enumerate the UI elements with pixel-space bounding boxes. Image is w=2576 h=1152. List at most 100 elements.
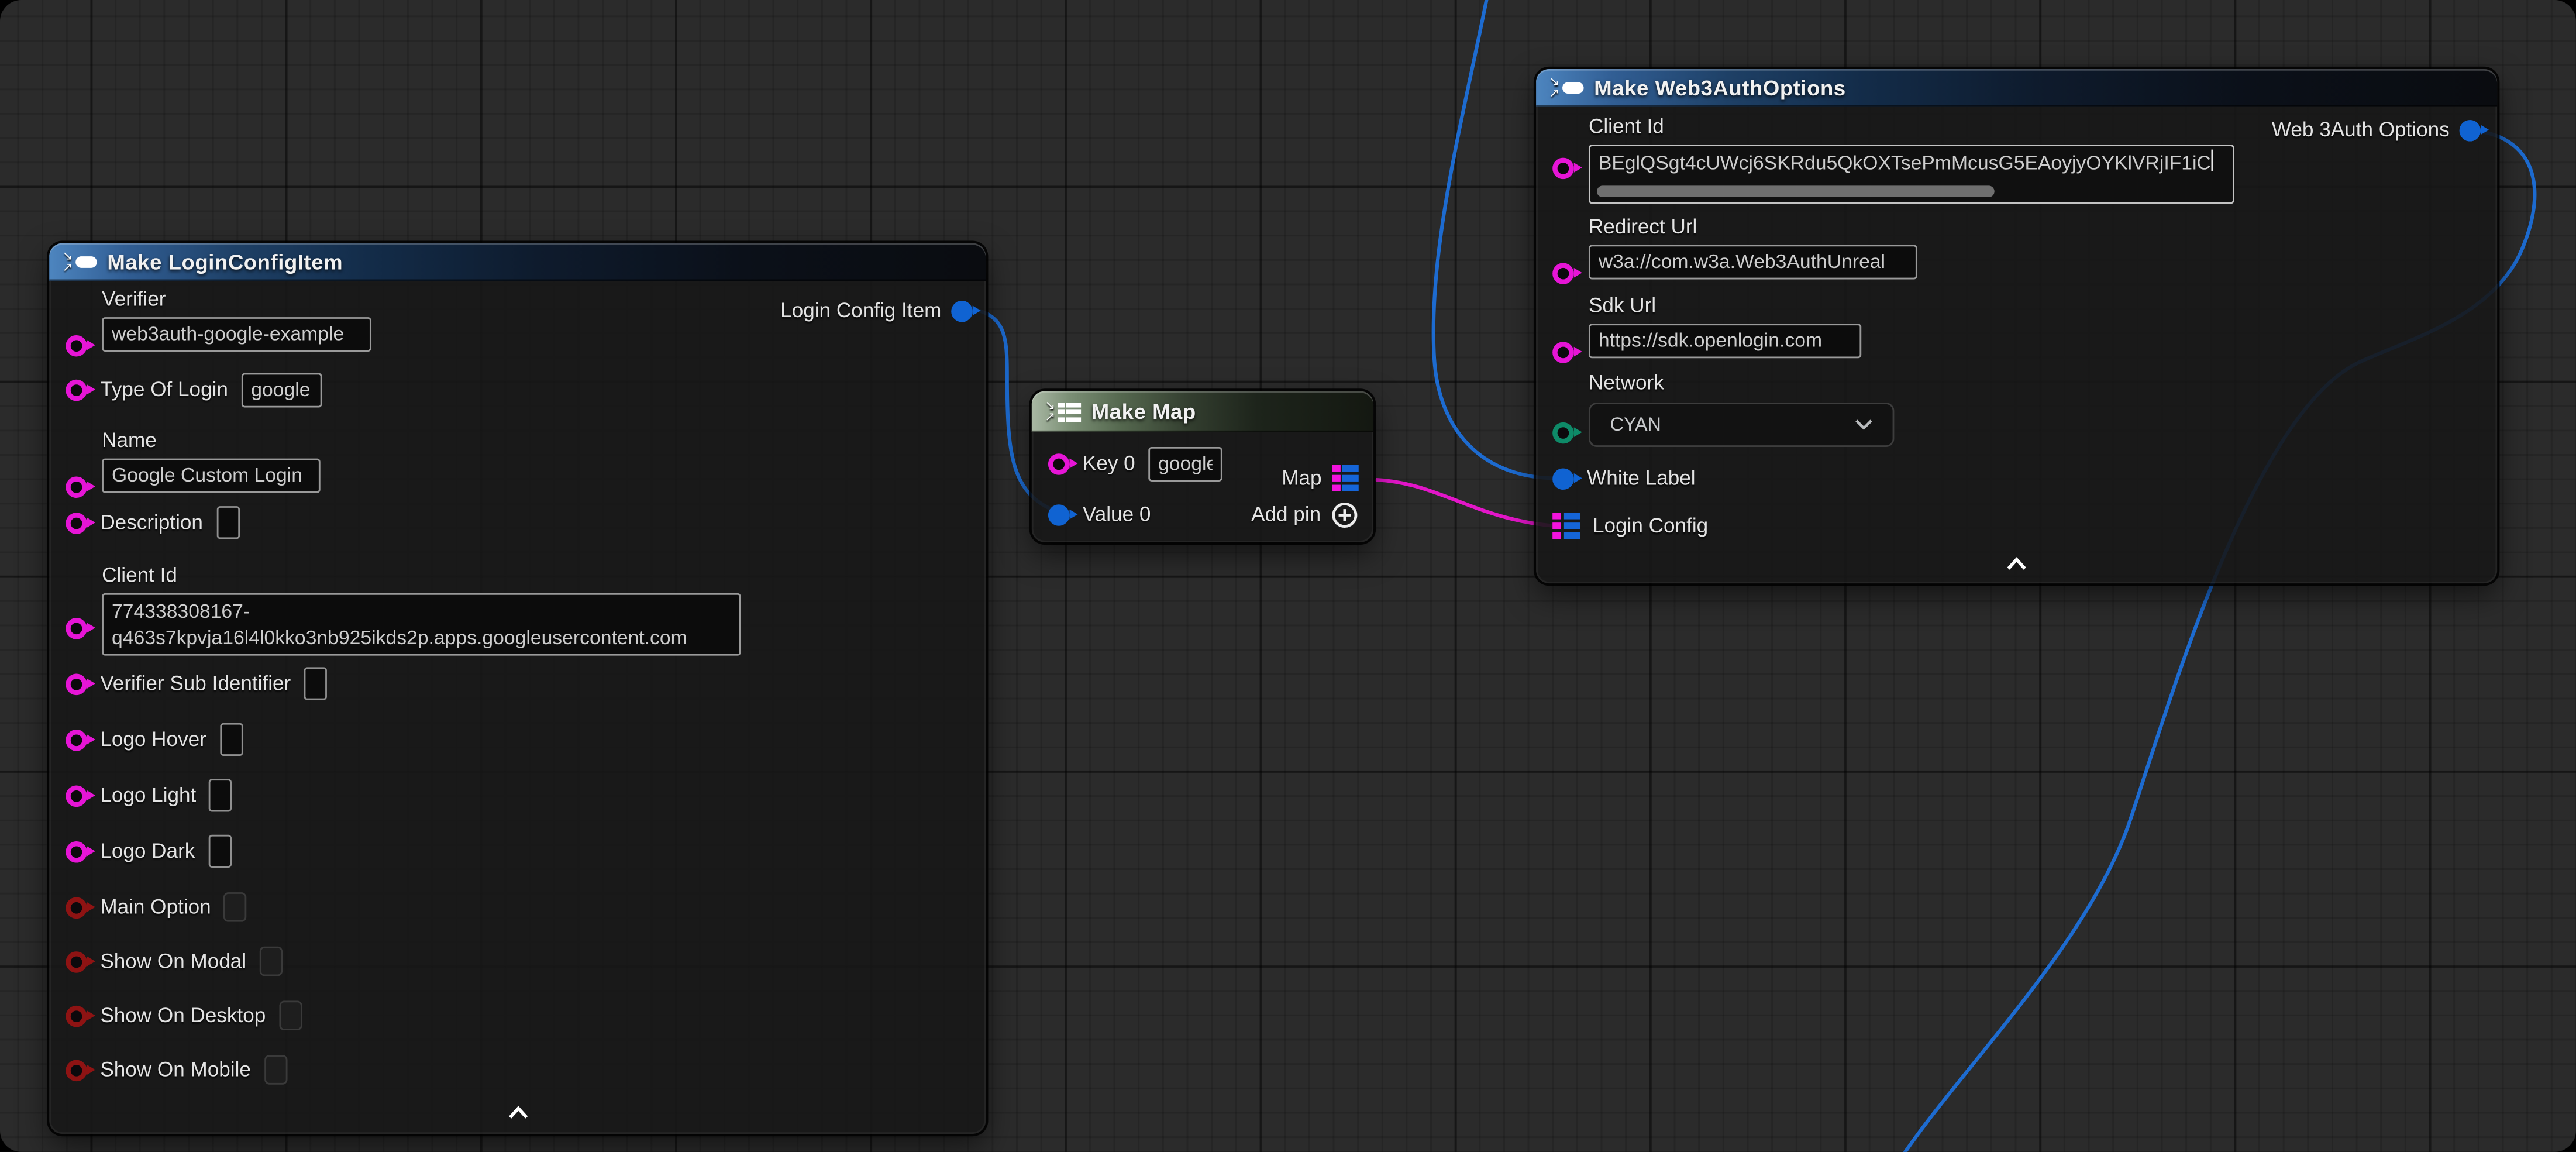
pin-label: Value 0 bbox=[1083, 502, 1151, 527]
pin-verifier-sub-identifier[interactable] bbox=[66, 673, 87, 694]
verifier-sub-identifier-input[interactable] bbox=[304, 667, 327, 700]
field-logo-hover: Logo Hover bbox=[66, 721, 969, 758]
pin-label: Logo Dark bbox=[100, 839, 195, 864]
pin-label: Sdk Url bbox=[1589, 294, 2481, 319]
make-struct-icon: ↘↗ bbox=[1549, 77, 1585, 99]
field-verifier-sub-identifier: Verifier Sub Identifier bbox=[66, 666, 969, 702]
pin-show-on-mobile[interactable] bbox=[66, 1059, 87, 1081]
pin-verifier[interactable] bbox=[66, 335, 87, 357]
add-pin-row: Add pin bbox=[1251, 496, 1359, 532]
pin-login-config[interactable] bbox=[1552, 512, 1579, 539]
make-struct-icon: ↘↗ bbox=[63, 252, 98, 273]
network-dropdown[interactable]: CYAN bbox=[1589, 403, 1894, 447]
pin-value-0[interactable] bbox=[1048, 504, 1070, 525]
pin-network[interactable] bbox=[1552, 422, 1574, 444]
pin-logo-light[interactable] bbox=[66, 785, 87, 806]
node-make-map[interactable]: ↘↗ Make Map Key 0 google Map Value 0 bbox=[1032, 391, 1373, 542]
pin-map-output[interactable] bbox=[1331, 465, 1358, 492]
pin-label: Client Id bbox=[102, 563, 969, 588]
make-map-icon: ↘↗ bbox=[1045, 401, 1082, 422]
blueprint-graph-canvas[interactable]: ↘↗ Make LoginConfigItem Login Config Ite… bbox=[0, 0, 2576, 1152]
node-title: Make Map bbox=[1091, 400, 1196, 424]
pin-label: Description bbox=[100, 510, 203, 535]
node-titlebar[interactable]: ↘↗ Make Map bbox=[1032, 391, 1373, 432]
pin-label: White Label bbox=[1587, 466, 1695, 490]
field-sdk-url: Sdk Url https://sdk.openlogin.com bbox=[1552, 294, 2481, 359]
pin-logo-hover[interactable] bbox=[66, 729, 87, 751]
pin-client-id[interactable] bbox=[66, 618, 87, 639]
logo-hover-input[interactable] bbox=[219, 723, 242, 756]
pin-label: Main Option bbox=[100, 895, 211, 919]
pin-label: Key 0 bbox=[1083, 451, 1135, 476]
name-input[interactable]: Google Custom Login bbox=[102, 459, 321, 493]
chevron-down-icon bbox=[1855, 419, 1873, 431]
pin-main-option[interactable] bbox=[66, 896, 87, 918]
main-option-checkbox[interactable] bbox=[224, 892, 247, 922]
pin-client-id[interactable] bbox=[1552, 158, 1574, 180]
field-type-of-login: Type Of Login google bbox=[66, 372, 969, 408]
pin-label: Redirect Url bbox=[1589, 215, 2481, 240]
pin-label: Name bbox=[102, 429, 969, 453]
client-id-input[interactable]: 774338308167-q463s7kpvja16l4l0kko3nb925i… bbox=[102, 593, 741, 656]
description-input[interactable] bbox=[216, 506, 239, 539]
logo-light-input[interactable] bbox=[209, 779, 232, 811]
field-show-on-modal: Show On Modal bbox=[66, 943, 969, 979]
wire-map-to-loginconfig[interactable] bbox=[1377, 480, 1554, 526]
output-row-map: Map bbox=[1282, 460, 1359, 496]
pin-show-on-modal[interactable] bbox=[66, 951, 87, 972]
pin-label: Show On Mobile bbox=[100, 1057, 251, 1082]
pin-label: Login Config bbox=[1593, 514, 1708, 538]
add-pin-label: Add pin bbox=[1251, 502, 1321, 527]
node-titlebar[interactable]: ↘↗ Make LoginConfigItem bbox=[49, 243, 986, 281]
field-network: Network CYAN bbox=[1552, 372, 2481, 447]
field-verifier: Verifier web3auth-google-example bbox=[66, 288, 969, 352]
collapse-chevron-icon[interactable] bbox=[2002, 555, 2031, 572]
pin-label: Show On Desktop bbox=[100, 1003, 266, 1028]
node-title: Make Web3AuthOptions bbox=[1594, 75, 1846, 100]
pin-show-on-desktop[interactable] bbox=[66, 1005, 87, 1027]
pin-white-label[interactable] bbox=[1552, 467, 1574, 489]
node-make-web3authoptions[interactable]: ↘↗ Make Web3AuthOptions Web 3Auth Option… bbox=[1536, 69, 2497, 583]
network-selected-value: CYAN bbox=[1610, 415, 1661, 435]
logo-dark-input[interactable] bbox=[208, 835, 231, 868]
field-client-id: Client Id 774338308167-q463s7kpvja16l4l0… bbox=[66, 563, 969, 655]
field-name: Name Google Custom Login bbox=[66, 429, 969, 493]
pin-description[interactable] bbox=[66, 512, 87, 534]
output-pin-label: Map bbox=[1282, 466, 1321, 490]
horizontal-scrollbar[interactable] bbox=[1597, 185, 1995, 197]
pin-key-0[interactable] bbox=[1048, 453, 1070, 474]
field-login-config: Login Config bbox=[1552, 508, 2481, 544]
verifier-input[interactable]: web3auth-google-example bbox=[102, 317, 371, 352]
collapse-chevron-icon[interactable] bbox=[502, 1104, 532, 1120]
pin-label: Client Id bbox=[1589, 115, 2481, 140]
field-show-on-desktop: Show On Desktop bbox=[66, 998, 969, 1034]
field-main-option: Main Option bbox=[66, 889, 969, 925]
node-titlebar[interactable]: ↘↗ Make Web3AuthOptions bbox=[1536, 69, 2497, 107]
pin-logo-dark[interactable] bbox=[66, 841, 87, 862]
text-cursor bbox=[2211, 150, 2213, 171]
pin-redirect-url[interactable] bbox=[1552, 263, 1574, 284]
show-on-desktop-checkbox[interactable] bbox=[279, 1000, 302, 1030]
type-of-login-input[interactable]: google bbox=[241, 372, 322, 407]
field-client-id: Client Id BEglQSgt4cUWcj6SKRdu5QkOXTsePm… bbox=[1552, 115, 2481, 204]
show-on-modal-checkbox[interactable] bbox=[260, 947, 283, 976]
add-pin-icon[interactable] bbox=[1331, 500, 1359, 528]
pin-sdk-url[interactable] bbox=[1552, 342, 1574, 363]
pin-label: Network bbox=[1589, 372, 2481, 396]
redirect-url-input[interactable]: w3a://com.w3a.Web3AuthUnreal bbox=[1589, 245, 1917, 279]
node-make-loginconfigitem[interactable]: ↘↗ Make LoginConfigItem Login Config Ite… bbox=[49, 243, 986, 1134]
field-redirect-url: Redirect Url w3a://com.w3a.Web3AuthUnrea… bbox=[1552, 215, 2481, 280]
pin-label: Logo Hover bbox=[100, 727, 206, 752]
pin-label: Show On Modal bbox=[100, 949, 246, 974]
field-logo-dark: Logo Dark bbox=[66, 833, 969, 869]
sdk-url-input[interactable]: https://sdk.openlogin.com bbox=[1589, 324, 1861, 358]
show-on-mobile-checkbox[interactable] bbox=[264, 1055, 287, 1085]
field-description: Description bbox=[66, 504, 969, 541]
node-title: Make LoginConfigItem bbox=[107, 250, 343, 274]
client-id-input[interactable]: BEglQSgt4cUWcj6SKRdu5QkOXTsePmMcusG5EAoy… bbox=[1589, 145, 2234, 204]
pin-type-of-login[interactable] bbox=[66, 379, 87, 400]
field-logo-light: Logo Light bbox=[66, 778, 969, 814]
key-0-input[interactable]: google bbox=[1148, 446, 1222, 481]
pin-label: Logo Light bbox=[100, 783, 196, 807]
pin-name[interactable] bbox=[66, 477, 87, 498]
